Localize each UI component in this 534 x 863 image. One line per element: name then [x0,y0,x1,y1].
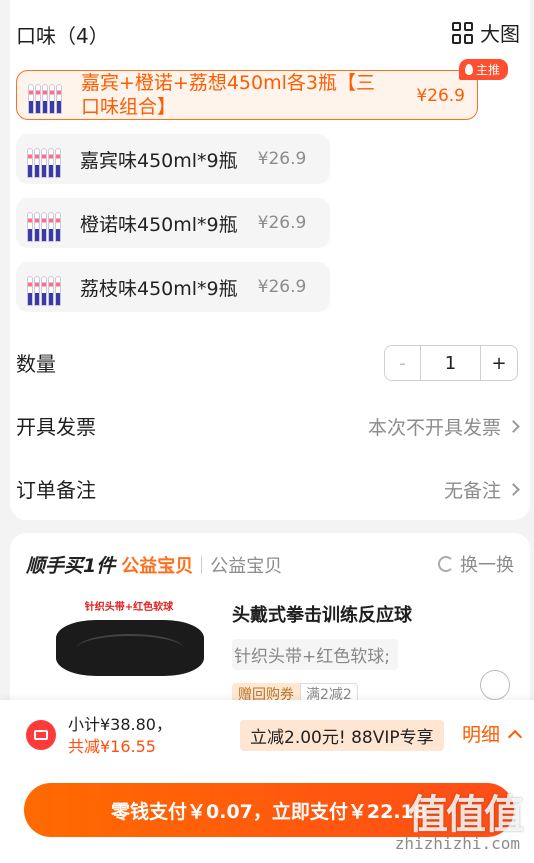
hot-badge-label: 主推 [475,63,500,77]
product-thumbnail [22,204,66,242]
grid-view-icon [452,21,474,44]
order-note-row[interactable]: 订单备注 无备注 [16,474,520,504]
vip-promo-badge: 立减2.00元! 88VIP专享 [240,720,444,751]
flavor-header: 口味（4） 大图 [16,18,520,48]
increase-button[interactable]: + [481,346,517,380]
detail-label: 明细 [461,724,500,746]
swap-label: 换一换 [460,555,514,576]
addon-product-sku[interactable]: 针织头带+红色软球; [232,639,398,670]
product-thumbnail [22,140,66,178]
flavor-title: 口味（4） [16,24,109,48]
headband-image [56,620,204,676]
refresh-icon [438,556,454,572]
flavor-option-price: ¥26.9 [257,149,307,169]
checkout-footer: 小计¥38.80， 共减¥16.55 立减2.00元! 88VIP专享 明细 零… [0,700,534,863]
chevron-right-icon [507,420,520,433]
subtotal-block: 小计¥38.80， 共减¥16.55 [68,714,172,758]
flavor-option-label: 橙诺味450ml*9瓶 [80,213,238,236]
subtotal-text: 小计¥38.80， [68,715,172,734]
invoice-value-text: 本次不开具发票 [367,417,501,439]
total-discount: 共减¥16.55 [68,737,156,756]
flavor-option-price: ¥26.9 [416,86,465,106]
flavor-option-label: 嘉宾+橙诺+荔想450ml各3瓶【三口味组合】 [81,72,375,118]
flavor-option-price: ¥26.9 [257,277,307,297]
flavor-option-price: ¥26.9 [257,213,307,233]
flavor-option-combo[interactable]: 嘉宾+橙诺+荔想450ml各3瓶【三口味组合】 ¥26.9 [16,70,478,120]
hot-badge: 主推 [458,59,508,80]
divider [201,555,203,574]
coupon-icon [26,720,56,750]
addon-title-tag: 公益宝贝 [121,555,194,577]
addon-product-name[interactable]: 头戴式拳击训练反应球 [232,601,412,627]
flavor-option-label: 嘉宾味450ml*9瓶 [80,149,238,172]
swap-button[interactable]: 换一换 [438,551,514,577]
image-caption: 针织头带+红色软球 [84,602,174,613]
addon-title-main: 顺手买1件 [26,555,116,577]
product-thumbnail [22,268,66,306]
quantity-label: 数量 [16,352,56,376]
chevron-right-icon [507,483,520,496]
detail-button[interactable]: 明细 [461,720,523,747]
order-note-label: 订单备注 [16,478,96,502]
addon-select-radio[interactable] [480,670,510,700]
big-image-toggle[interactable]: 大图 [452,18,520,47]
quantity-input[interactable]: 1 [421,346,481,380]
addon-title: 顺手买1件 公益宝贝 公益宝贝 [26,551,282,578]
invoice-row[interactable]: 开具发票 本次不开具发票 [16,411,520,441]
addon-subtitle: 公益宝贝 [210,555,283,577]
big-image-label: 大图 [480,22,520,46]
chevron-up-icon [507,729,523,744]
flavor-option-lizhi[interactable]: 荔枝味450ml*9瓶 ¥26.9 [16,262,330,312]
flame-icon [464,64,473,75]
addon-product-image[interactable]: 针织头带+红色软球 [44,598,214,688]
quantity-stepper: - 1 + [384,345,518,381]
order-note-value-text: 无备注 [443,480,501,502]
decrease-button[interactable]: - [385,346,421,380]
flavor-option-chengnuo[interactable]: 橙诺味450ml*9瓶 ¥26.9 [16,198,330,248]
flavor-option-label: 荔枝味450ml*9瓶 [80,277,238,300]
invoice-label: 开具发票 [16,415,96,439]
watermark: 值值值 [408,792,524,838]
flavor-option-jiabin[interactable]: 嘉宾味450ml*9瓶 ¥26.9 [16,134,330,184]
order-note-value: 无备注 [443,476,520,503]
watermark-url: zhizhizhi.com [394,834,520,853]
product-thumbnail [23,76,67,114]
invoice-value: 本次不开具发票 [367,413,520,440]
